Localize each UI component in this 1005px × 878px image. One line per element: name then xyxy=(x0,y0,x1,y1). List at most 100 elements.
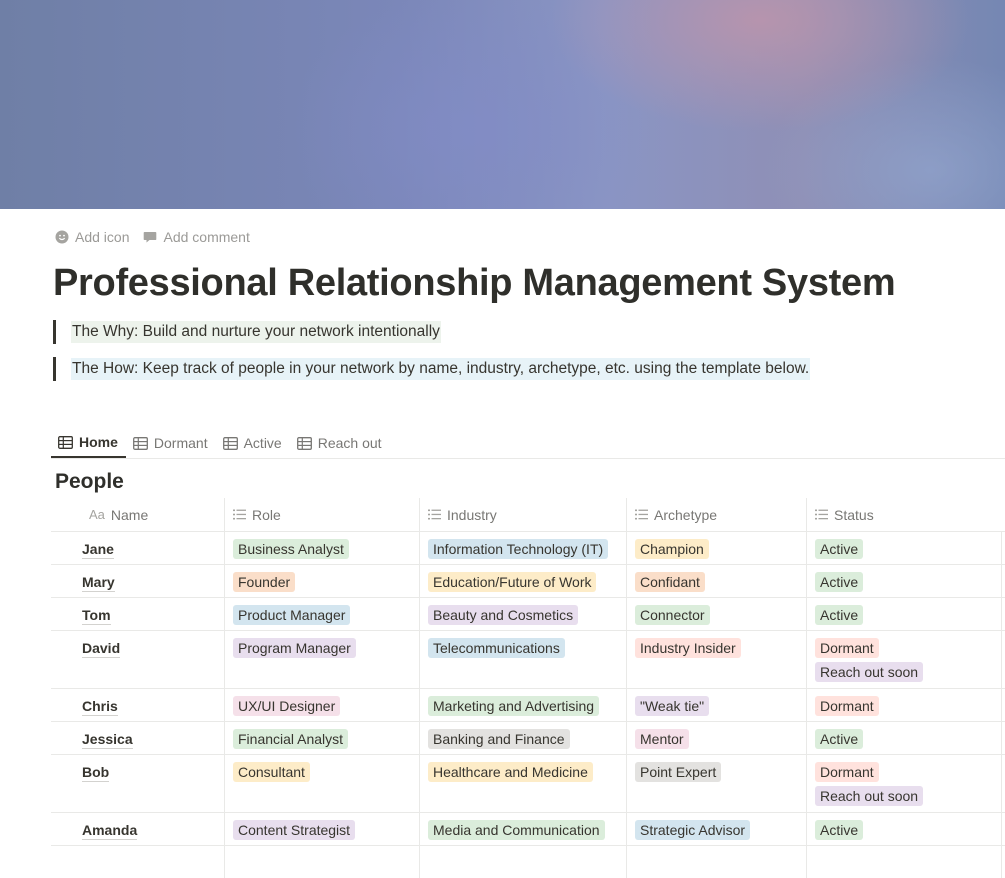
role-cell[interactable]: Founder xyxy=(225,565,420,597)
status-tag: Active xyxy=(815,605,864,625)
name-cell[interactable]: Tom xyxy=(51,598,225,630)
role-cell[interactable]: Program Manager xyxy=(225,631,420,688)
status-tag: Reach out soon xyxy=(815,662,924,682)
name-cell[interactable]: Bob xyxy=(51,755,225,812)
industry-cell[interactable]: Banking and Finance xyxy=(420,722,627,754)
tab-reach-out[interactable]: Reach out xyxy=(290,428,390,458)
name-cell[interactable]: Jane xyxy=(51,532,225,564)
status-cell[interactable] xyxy=(807,846,1002,878)
role-cell[interactable] xyxy=(225,846,420,878)
status-cell[interactable]: Active xyxy=(807,565,1002,597)
tab-label: Home xyxy=(79,434,118,450)
role-cell[interactable]: Product Manager xyxy=(225,598,420,630)
archetype-tag: Connector xyxy=(635,605,710,625)
person-name[interactable]: Jessica xyxy=(82,730,133,749)
tab-active[interactable]: Active xyxy=(216,428,290,458)
table-row[interactable]: Chris UX/UI Designer Marketing and Adver… xyxy=(51,689,1005,722)
person-name[interactable]: Jane xyxy=(82,540,114,559)
table-row[interactable]: Bob Consultant Healthcare and Medicine P… xyxy=(51,755,1005,813)
list-icon xyxy=(635,509,648,520)
add-comment-label: Add comment xyxy=(163,229,250,245)
table-row[interactable]: Jessica Financial Analyst Banking and Fi… xyxy=(51,722,1005,755)
tab-home[interactable]: Home xyxy=(51,428,126,458)
archetype-cell[interactable]: Strategic Advisor xyxy=(627,813,807,845)
industry-tag: Banking and Finance xyxy=(428,729,570,749)
industry-cell[interactable]: Media and Communication xyxy=(420,813,627,845)
tab-dormant[interactable]: Dormant xyxy=(126,428,216,458)
archetype-cell[interactable] xyxy=(627,846,807,878)
industry-cell[interactable]: Telecommunications xyxy=(420,631,627,688)
archetype-cell[interactable]: Confidant xyxy=(627,565,807,597)
name-cell[interactable]: Jessica xyxy=(51,722,225,754)
role-tag: Financial Analyst xyxy=(233,729,349,749)
table-icon xyxy=(296,436,312,450)
add-icon-button[interactable]: Add icon xyxy=(55,229,129,245)
status-tag: Active xyxy=(815,729,864,749)
status-tag: Active xyxy=(815,820,864,840)
table-row[interactable]: Jane Business Analyst Information Techno… xyxy=(51,532,1005,565)
role-cell[interactable]: Business Analyst xyxy=(225,532,420,564)
status-cell[interactable]: Active xyxy=(807,813,1002,845)
archetype-tag: Mentor xyxy=(635,729,689,749)
name-cell[interactable]: David xyxy=(51,631,225,688)
person-name[interactable]: Chris xyxy=(82,697,118,716)
column-header-role[interactable]: Role xyxy=(225,498,420,531)
role-tag: Content Strategist xyxy=(233,820,356,840)
column-header-name[interactable]: Aa Name xyxy=(51,498,225,531)
industry-cell[interactable]: Healthcare and Medicine xyxy=(420,755,627,812)
name-cell[interactable]: Chris xyxy=(51,689,225,721)
page-actions: Add icon Add comment xyxy=(55,229,250,245)
archetype-cell[interactable]: Industry Insider xyxy=(627,631,807,688)
status-cell[interactable]: Active xyxy=(807,598,1002,630)
archetype-cell[interactable]: "Weak tie" xyxy=(627,689,807,721)
smiley-icon xyxy=(55,230,69,244)
role-cell[interactable]: UX/UI Designer xyxy=(225,689,420,721)
add-icon-label: Add icon xyxy=(75,229,130,245)
column-label: Name xyxy=(110,506,149,523)
role-cell[interactable]: Content Strategist xyxy=(225,813,420,845)
person-name[interactable]: Bob xyxy=(82,763,110,782)
table-row[interactable]: David Program Manager Telecommunications… xyxy=(51,631,1005,689)
role-cell[interactable]: Consultant xyxy=(225,755,420,812)
table-row[interactable]: Amanda Content Strategist Media and Comm… xyxy=(51,813,1005,846)
status-cell[interactable]: Active xyxy=(807,722,1002,754)
person-name[interactable]: David xyxy=(82,639,121,658)
industry-cell[interactable]: Marketing and Advertising xyxy=(420,689,627,721)
quote-how[interactable]: The How: Keep track of people in your ne… xyxy=(53,357,811,381)
industry-cell[interactable]: Information Technology (IT) xyxy=(420,532,627,564)
archetype-cell[interactable]: Champion xyxy=(627,532,807,564)
quote-why[interactable]: The Why: Build and nurture your network … xyxy=(53,320,441,344)
table-row[interactable]: Tom Product Manager Beauty and Cosmetics… xyxy=(51,598,1005,631)
archetype-cell[interactable]: Connector xyxy=(627,598,807,630)
role-cell[interactable]: Financial Analyst xyxy=(225,722,420,754)
status-cell[interactable]: Dormant xyxy=(807,689,1002,721)
name-cell[interactable] xyxy=(51,846,225,878)
industry-cell[interactable]: Education/Future of Work xyxy=(420,565,627,597)
add-comment-button[interactable]: Add comment xyxy=(143,229,250,245)
name-cell[interactable]: Mary xyxy=(51,565,225,597)
column-header-status[interactable]: Status xyxy=(807,498,1002,531)
status-tag: Active xyxy=(815,572,864,592)
page-cover-image[interactable] xyxy=(0,0,1005,209)
person-name[interactable]: Mary xyxy=(82,573,115,592)
role-tag: Program Manager xyxy=(233,638,356,658)
page-title[interactable]: Professional Relationship Management Sys… xyxy=(53,262,896,305)
archetype-cell[interactable]: Point Expert xyxy=(627,755,807,812)
column-header-archetype[interactable]: Archetype xyxy=(627,498,807,531)
industry-tag: Marketing and Advertising xyxy=(428,696,600,716)
person-name[interactable]: Amanda xyxy=(82,821,138,840)
list-icon xyxy=(428,509,441,520)
person-name[interactable]: Tom xyxy=(82,606,111,625)
database-title[interactable]: People xyxy=(55,470,124,494)
industry-cell[interactable] xyxy=(420,846,627,878)
status-tag: Dormant xyxy=(815,696,879,716)
industry-cell[interactable]: Beauty and Cosmetics xyxy=(420,598,627,630)
name-cell[interactable]: Amanda xyxy=(51,813,225,845)
column-header-industry[interactable]: Industry xyxy=(420,498,627,531)
table-row-empty[interactable] xyxy=(51,846,1005,878)
status-cell[interactable]: Dormant Reach out soon xyxy=(807,631,1002,688)
table-row[interactable]: Mary Founder Education/Future of Work Co… xyxy=(51,565,1005,598)
status-cell[interactable]: Dormant Reach out soon xyxy=(807,755,1002,812)
archetype-cell[interactable]: Mentor xyxy=(627,722,807,754)
status-cell[interactable]: Active xyxy=(807,532,1002,564)
